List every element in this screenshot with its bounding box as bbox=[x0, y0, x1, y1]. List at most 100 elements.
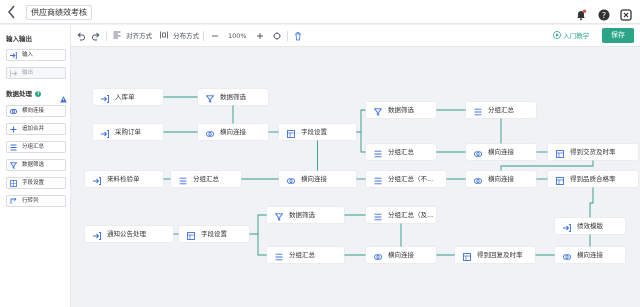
field-settings-icon bbox=[556, 148, 564, 158]
dp-filter-button[interactable]: 数据筛选 bbox=[6, 159, 66, 171]
flow-node-label: 字段设置 bbox=[201, 230, 227, 238]
toolbar-divider bbox=[203, 31, 204, 41]
redo-icon[interactable] bbox=[92, 31, 100, 44]
input-icon bbox=[10, 52, 17, 59]
flow-node[interactable]: 字段设置 bbox=[279, 124, 356, 140]
flow-node[interactable]: 横向连接 bbox=[555, 247, 625, 263]
field-settings-icon bbox=[10, 180, 17, 187]
flow-node[interactable]: 来料检验单 bbox=[85, 171, 163, 187]
flow-node[interactable]: 字段设置 bbox=[179, 226, 249, 242]
save-button[interactable]: 保存 bbox=[602, 28, 634, 43]
input-icon bbox=[93, 230, 101, 240]
dp-row-to-column-label: 行转列 bbox=[22, 198, 39, 204]
dp-append-label: 追加合并 bbox=[22, 126, 45, 132]
flow-node[interactable]: 分组汇总（及... bbox=[366, 207, 436, 223]
input-icon bbox=[101, 93, 109, 103]
flow-node-label: 分组汇总 bbox=[289, 251, 315, 259]
flow-node-label: 得到回复及时率 bbox=[477, 251, 523, 259]
flow-node[interactable]: 横向连接 bbox=[466, 144, 536, 160]
field-settings-icon bbox=[187, 230, 195, 240]
flow-node[interactable]: 数据筛选 bbox=[198, 89, 268, 105]
output-operator-button[interactable]: 输出 bbox=[6, 67, 66, 79]
flow-node[interactable]: 数据筛选 bbox=[267, 207, 344, 223]
flow-node[interactable]: 通知公告处理 bbox=[85, 226, 173, 242]
join-icon bbox=[374, 251, 382, 260]
dp-field-settings-button[interactable]: 字段设置 bbox=[6, 177, 66, 189]
flow-node[interactable]: 分组汇总 bbox=[466, 102, 536, 118]
flow-node[interactable]: 采购订单 bbox=[93, 124, 163, 140]
connection-line bbox=[249, 233, 267, 256]
io-section-title: 输入输出 bbox=[6, 35, 32, 43]
distribute-label: 分布方式 bbox=[173, 32, 200, 40]
data-processing-section-title: 数据处理 ? bbox=[6, 90, 42, 98]
fit-view-icon[interactable] bbox=[273, 31, 281, 44]
dp-join-button[interactable]: 横向连接 bbox=[6, 105, 66, 117]
join-icon bbox=[9, 108, 18, 115]
connection-line bbox=[356, 131, 366, 153]
input-operator-button[interactable]: 输入 bbox=[6, 49, 66, 61]
tutorial-label: 入门教学 bbox=[563, 32, 590, 40]
flow-node[interactable]: 得到品质合格率 bbox=[548, 171, 638, 187]
back-arrow-icon[interactable] bbox=[6, 4, 20, 20]
output-operator-label: 输出 bbox=[22, 70, 34, 76]
flow-node-label: 分组汇总 bbox=[488, 106, 514, 114]
page-title[interactable]: 供应商绩效考核 bbox=[26, 5, 92, 20]
flow-node[interactable]: 分组汇总 bbox=[366, 144, 436, 160]
connection-line bbox=[249, 214, 267, 235]
flow-node[interactable]: 数据筛选 bbox=[366, 102, 436, 118]
flow-node-label: 字段设置 bbox=[301, 128, 327, 136]
flow-node-label: 绩效模版 bbox=[577, 222, 603, 230]
flow-node-label: 分组汇总 bbox=[193, 175, 219, 183]
connection-line bbox=[356, 109, 366, 133]
distribute-button[interactable]: 分布方式 bbox=[160, 31, 199, 41]
tutorial-link[interactable]: 入门教学 bbox=[553, 31, 589, 41]
align-button[interactable]: 对齐方式 bbox=[113, 31, 152, 41]
filter-icon bbox=[205, 93, 215, 103]
dp-group-summary-label: 分组汇总 bbox=[22, 144, 45, 150]
dp-row-to-column-button[interactable]: 行转列 bbox=[6, 195, 66, 207]
notification-bell-icon[interactable] bbox=[575, 6, 587, 21]
flow-node[interactable]: 横向连接 bbox=[279, 171, 356, 187]
field-settings-icon bbox=[463, 251, 471, 261]
dp-filter-label: 数据筛选 bbox=[22, 162, 45, 168]
exit-icon[interactable] bbox=[620, 6, 632, 21]
group-summary-icon bbox=[10, 144, 17, 151]
join-icon bbox=[474, 175, 482, 184]
flow-node[interactable]: 分组汇总 bbox=[171, 171, 241, 187]
app-header: 供应商绩效考核 ? bbox=[0, 0, 640, 24]
flow-node-label: 横向连接 bbox=[220, 128, 246, 136]
delete-icon[interactable] bbox=[294, 31, 302, 44]
info-icon[interactable]: ? bbox=[35, 91, 42, 97]
flow-node[interactable]: 分组汇总 bbox=[267, 247, 344, 263]
dp-group-summary-button[interactable]: 分组汇总 bbox=[6, 141, 66, 153]
zoom-in-icon[interactable] bbox=[256, 31, 264, 44]
dp-field-settings-label: 字段设置 bbox=[22, 180, 45, 186]
flow-node-label: 数据筛选 bbox=[289, 211, 315, 219]
undo-icon[interactable] bbox=[77, 31, 85, 44]
group-summary-icon bbox=[374, 175, 382, 185]
flow-node[interactable]: 得到回复及时率 bbox=[455, 247, 535, 263]
app-window: 供应商绩效考核 ? 输入输出 输入 输出 数据处理 ? 横向连接 追加合并 分组… bbox=[0, 0, 640, 307]
flow-node-label: 数据筛选 bbox=[388, 106, 414, 114]
play-icon bbox=[553, 31, 561, 39]
toolbar-divider bbox=[106, 31, 107, 41]
flow-node-label: 采购订单 bbox=[115, 128, 141, 136]
filter-icon bbox=[373, 106, 383, 116]
zoom-out-icon[interactable] bbox=[211, 31, 219, 44]
help-icon[interactable]: ? bbox=[598, 6, 610, 21]
svg-text:?: ? bbox=[602, 11, 606, 20]
flow-node[interactable]: 横向连接 bbox=[198, 124, 268, 140]
flow-node[interactable]: 绩效模版 bbox=[555, 218, 625, 234]
flow-node[interactable]: 得到交货及时率 bbox=[548, 144, 638, 160]
dp-append-button[interactable]: 追加合并 bbox=[6, 123, 66, 135]
flow-canvas[interactable]: 入库单 数据筛选 采购订单 横向连接 字段设置 数据筛选 分组汇总 分组汇总 横向连接 得到交货及… bbox=[71, 47, 640, 307]
join-icon bbox=[474, 148, 482, 157]
flow-node[interactable]: 横向连接 bbox=[366, 247, 436, 263]
input-icon bbox=[101, 128, 109, 138]
flow-node[interactable]: 分组汇总（不... bbox=[366, 171, 446, 187]
flow-node[interactable]: 入库单 bbox=[93, 89, 163, 105]
connection-line bbox=[500, 160, 594, 171]
toolbar-divider bbox=[287, 31, 288, 41]
input-icon bbox=[93, 175, 101, 185]
flow-node[interactable]: 横向连接 bbox=[466, 171, 536, 187]
